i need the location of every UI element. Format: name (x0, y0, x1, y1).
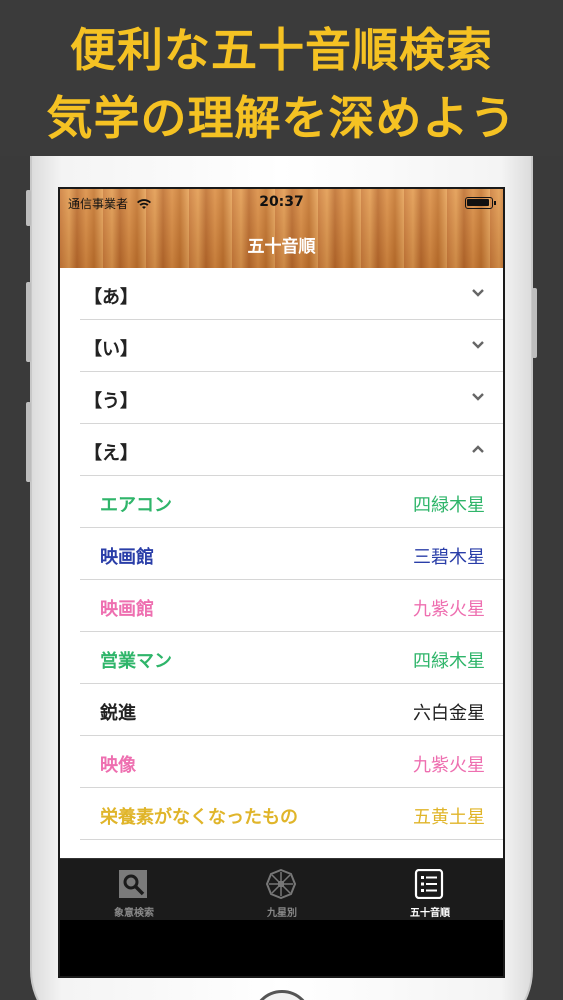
item-star: 五黄土星 (413, 807, 485, 828)
promo-banner: 便利な五十音順検索 気学の理解を深めよう (0, 0, 563, 156)
item-name: 鋭進 (100, 703, 136, 724)
section-header-a[interactable]: 【あ】 (80, 268, 503, 320)
list-icon (414, 869, 444, 899)
list-item[interactable]: 鋭進 六白金星 (80, 684, 503, 736)
item-star: 九紫火星 (413, 599, 485, 620)
item-name: 映画館 (100, 547, 154, 568)
section-label: 【い】 (84, 339, 138, 360)
item-star: 六白金星 (413, 703, 485, 724)
section-header-u[interactable]: 【う】 (80, 372, 503, 424)
banner-headline: 便利な五十音順検索 (70, 23, 493, 77)
phone-side-button (532, 288, 537, 358)
item-star: 九紫火星 (413, 755, 485, 776)
list-item[interactable]: 栄養素がなくなったもの 五黄土星 (80, 788, 503, 840)
section-header-i[interactable]: 【い】 (80, 320, 503, 372)
list-item[interactable]: エアコン 四緑木星 (80, 476, 503, 528)
chevron-down-icon (472, 393, 484, 401)
tab-gojuon[interactable]: 五十音順 (356, 859, 503, 921)
item-star: 四緑木星 (413, 651, 485, 672)
list-item-partial[interactable] (80, 840, 503, 858)
phone-side-button (26, 190, 31, 226)
clock: 20:37 (259, 194, 304, 210)
section-header-e[interactable]: 【え】 (80, 424, 503, 476)
list-item[interactable]: 映画館 三碧木星 (80, 528, 503, 580)
battery-icon (465, 197, 496, 209)
phone-side-button (26, 402, 31, 482)
navigation-bar: 通信事業者 20:37 五十音順 (60, 189, 503, 268)
tab-label: 五十音順 (410, 908, 450, 919)
item-star: 三碧木星 (413, 547, 485, 568)
page-title: 五十音順 (247, 237, 316, 257)
list-item[interactable]: 営業マン 四緑木星 (80, 632, 503, 684)
compass-wheel-icon (266, 869, 296, 899)
list-item[interactable]: 映画館 九紫火星 (80, 580, 503, 632)
item-name: 映画館 (100, 599, 154, 620)
section-label: 【え】 (84, 443, 138, 464)
item-star: 四緑木星 (413, 495, 485, 516)
item-name: 映像 (100, 755, 136, 776)
item-name: エアコン (100, 495, 172, 516)
item-name: 栄養素がなくなったもの (100, 807, 298, 828)
app-screen: 通信事業者 20:37 五十音順 【あ】 【い】 【う】 【え】 エアコン 四緑… (58, 187, 505, 978)
chevron-up-icon (472, 445, 484, 453)
tab-label: 九星別 (267, 908, 297, 919)
chevron-down-icon (472, 289, 484, 297)
tab-bar: 象意検索 九星別 五十音順 (60, 858, 503, 920)
chevron-down-icon (472, 341, 484, 349)
tab-search[interactable]: 象意検索 (60, 859, 208, 921)
section-label: 【あ】 (84, 287, 138, 308)
banner-subheadline: 気学の理解を深めよう (46, 91, 517, 145)
tab-label: 象意検索 (114, 908, 154, 919)
gojuon-list[interactable]: 【あ】 【い】 【う】 【え】 エアコン 四緑木星 映画館 三碧木星 映画館 九… (60, 268, 503, 858)
item-name: 営業マン (100, 651, 172, 672)
tab-nine-stars[interactable]: 九星別 (208, 859, 356, 921)
list-item[interactable]: 映像 九紫火星 (80, 736, 503, 788)
search-icon (119, 870, 147, 898)
section-label: 【う】 (84, 391, 138, 412)
phone-side-button (26, 282, 31, 362)
